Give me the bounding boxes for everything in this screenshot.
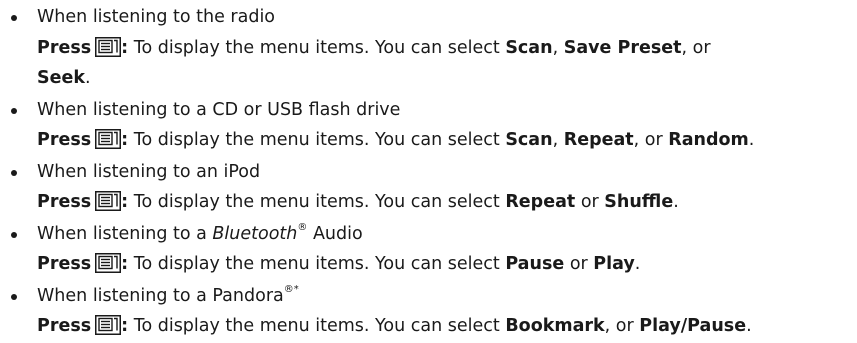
period: . <box>673 192 679 212</box>
instruction-text: Press: To display the menu items. You ca… <box>37 33 853 64</box>
instruction-body: To display the menu items. You can selec… <box>128 37 506 58</box>
separator: , or <box>681 37 711 58</box>
bullet-icon <box>11 293 17 300</box>
option-play: Play <box>593 254 635 274</box>
option-shuffle: Shuffle <box>604 192 674 212</box>
instruction-continued: Seek. <box>37 63 853 94</box>
instruction-body: To display the menu items. You can selec… <box>128 316 506 336</box>
instruction-text: Press: To display the menu items. You ca… <box>37 249 853 280</box>
list-item-radio: When listening to the radio Press: To di… <box>8 2 853 94</box>
press-label: Press <box>37 192 92 212</box>
menu-button-icon <box>95 129 122 149</box>
registered-mark: ® <box>283 283 294 295</box>
option-repeat: Repeat <box>563 130 634 150</box>
condition-text: When listening to an iPod <box>37 157 853 188</box>
option-repeat: Repeat <box>505 192 576 212</box>
condition-label: When listening to a <box>37 223 213 244</box>
option-scan: Scan <box>505 130 553 150</box>
option-scan: Scan <box>505 37 553 58</box>
condition-label: When listening to an iPod <box>37 161 261 182</box>
condition-label: When listening to the radio <box>37 7 276 27</box>
condition-text: When listening to a Pandora®* <box>37 281 853 312</box>
press-label: Press <box>37 130 92 150</box>
bluetooth-label: Bluetooth <box>212 223 298 244</box>
press-label: Press <box>37 37 92 58</box>
registered-mark: ® <box>297 221 308 233</box>
option-seek: Seek <box>37 68 85 88</box>
list-item-ipod: When listening to an iPod Press: To disp… <box>8 157 853 218</box>
list-item-bluetooth: When listening to a Bluetooth® Audio Pre… <box>8 219 853 280</box>
period: . <box>748 130 755 150</box>
separator: , or <box>633 130 669 150</box>
press-label: Press <box>37 254 92 274</box>
condition-label: When listening to a Pandora <box>37 285 284 306</box>
menu-button-icon <box>95 191 122 211</box>
instruction-text: Press: To display the menu items. You ca… <box>37 187 853 218</box>
footnote-star: * <box>293 283 299 295</box>
bullet-icon <box>11 107 17 114</box>
condition-text: When listening to a Bluetooth® Audio <box>37 219 853 250</box>
period: . <box>746 316 752 336</box>
separator: or <box>575 192 605 212</box>
separator: or <box>564 254 594 274</box>
option-bookmark: Bookmark <box>505 316 605 336</box>
option-pause: Pause <box>505 254 565 274</box>
instruction-body: To display the menu items. You can selec… <box>128 254 506 274</box>
press-label: Press <box>37 316 92 336</box>
instruction-list: When listening to the radio Press: To di… <box>8 2 853 343</box>
bullet-icon <box>11 169 17 176</box>
option-save-preset: Save Preset <box>563 37 682 58</box>
list-item-cd-usb: When listening to a CD or USB flash driv… <box>8 95 853 156</box>
menu-button-icon <box>95 253 122 273</box>
period: . <box>634 254 641 274</box>
instruction-text: Press: To display the menu items. You ca… <box>37 125 853 156</box>
condition-suffix: Audio <box>307 223 363 244</box>
condition-text: When listening to the radio <box>37 2 853 33</box>
option-random: Random <box>668 130 749 150</box>
condition-text: When listening to a CD or USB flash driv… <box>37 95 853 126</box>
list-item-pandora: When listening to a Pandora®* Press: To … <box>8 281 853 342</box>
separator: , <box>552 130 564 150</box>
period: . <box>84 68 91 88</box>
condition-label: When listening to a CD or USB flash driv… <box>37 99 401 120</box>
separator: , <box>552 37 564 58</box>
instruction-body: To display the menu items. You can selec… <box>128 130 506 150</box>
menu-button-icon <box>95 315 122 335</box>
separator: , or <box>604 316 640 336</box>
option-play-pause: Play/Pause <box>639 316 747 336</box>
instruction-body: To display the menu items. You can selec… <box>128 192 506 212</box>
bullet-icon <box>11 15 17 21</box>
menu-button-icon <box>95 36 122 57</box>
bullet-icon <box>11 231 17 238</box>
